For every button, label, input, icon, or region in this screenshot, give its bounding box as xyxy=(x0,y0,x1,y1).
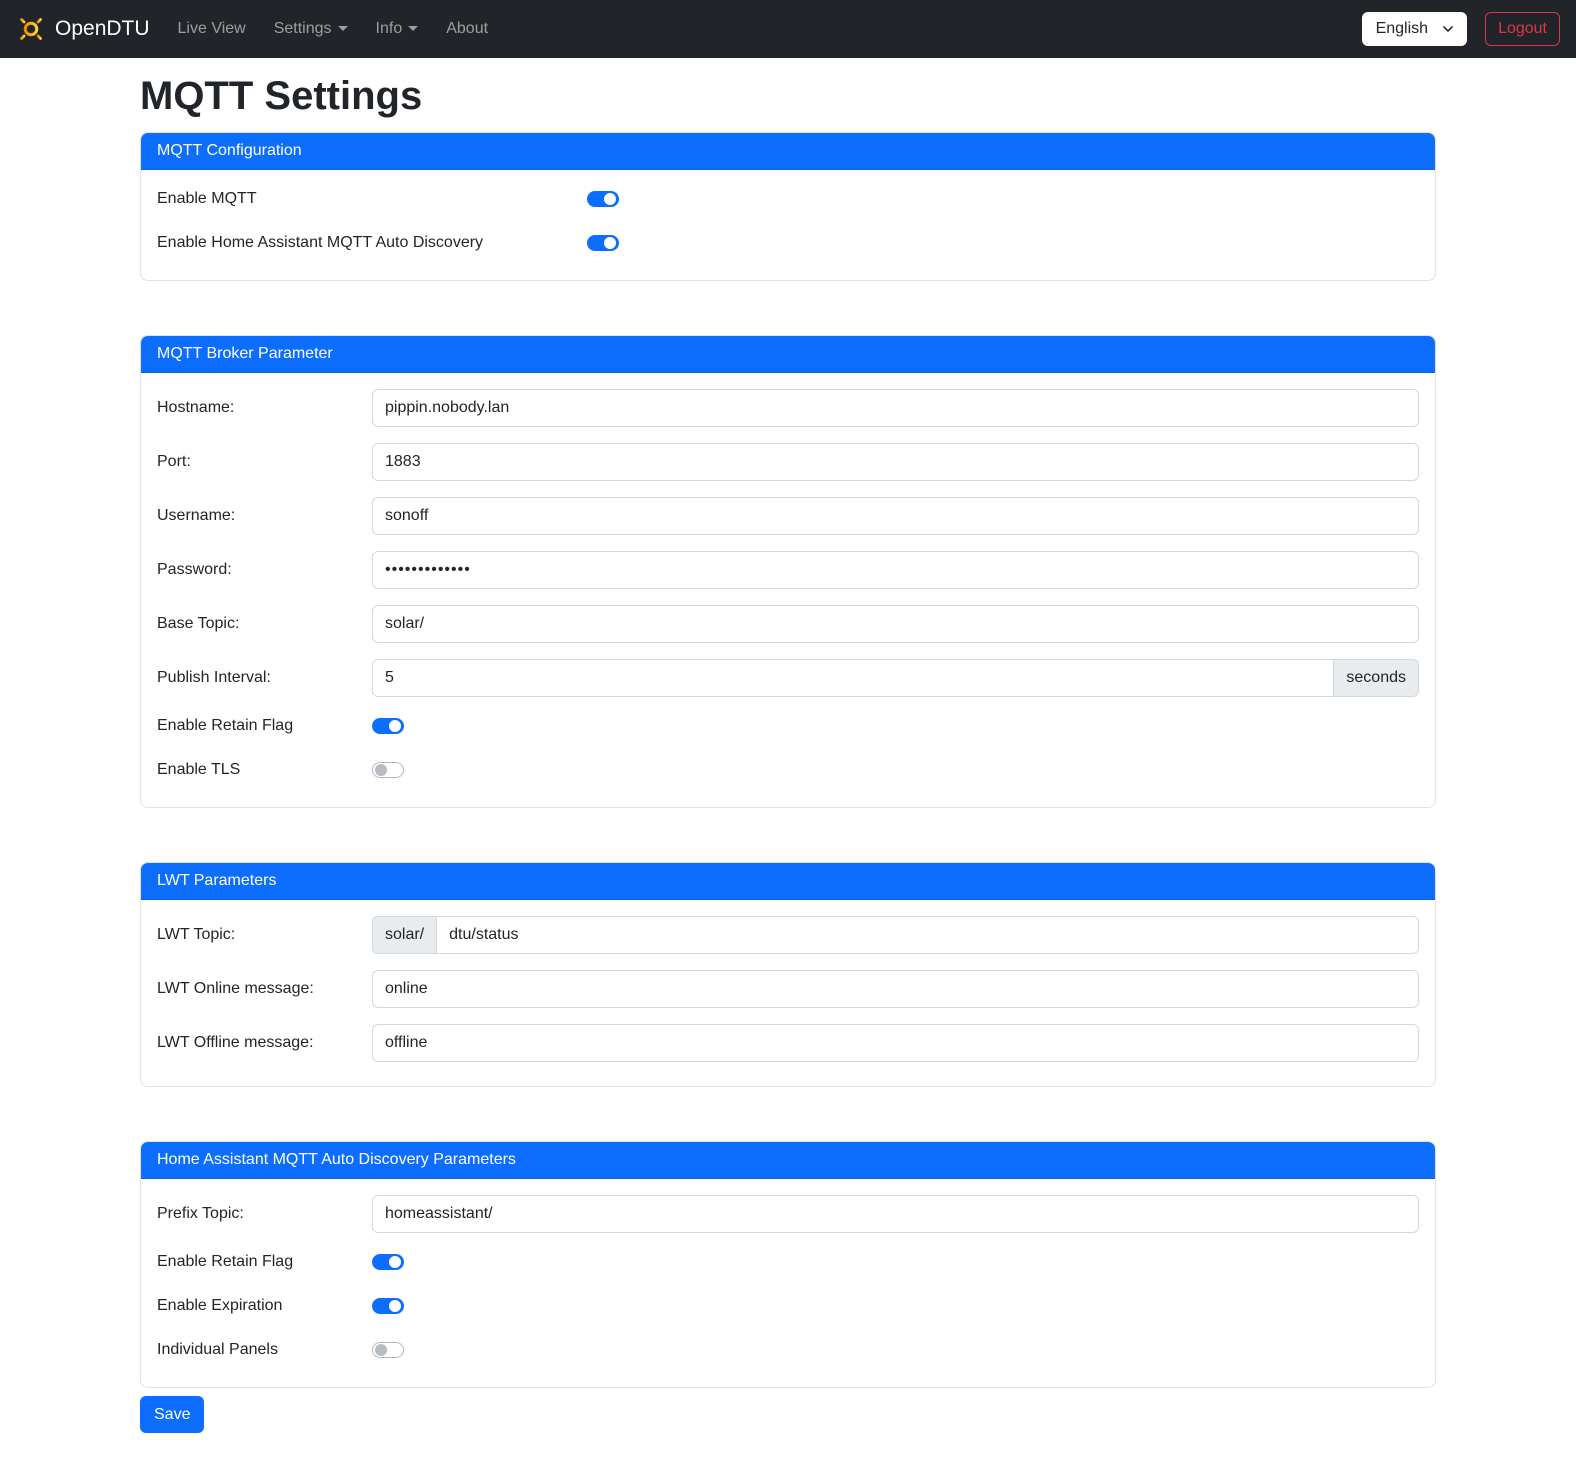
switch-knob xyxy=(389,1256,401,1268)
enable-mqtt-switch[interactable] xyxy=(587,191,619,207)
field-label: LWT Offline message: xyxy=(157,1034,372,1052)
switch-label: Enable Retain Flag xyxy=(157,717,372,735)
chevron-down-icon xyxy=(408,26,418,31)
enable-retain-flag-switch[interactable] xyxy=(372,718,404,734)
field-label: LWT Topic: xyxy=(157,926,372,944)
switch-knob xyxy=(389,1300,401,1312)
switch-knob xyxy=(375,1344,387,1356)
field-row: Publish Interval: seconds xyxy=(157,659,1419,697)
field-row: LWT Online message: xyxy=(157,970,1419,1008)
brand-link[interactable]: OpenDTU xyxy=(16,14,150,44)
hass-auto-discovery-card: Home Assistant MQTT Auto Discovery Param… xyxy=(140,1141,1436,1388)
port-input[interactable] xyxy=(372,443,1419,481)
chevron-down-icon xyxy=(338,26,348,31)
field-label: Hostname: xyxy=(157,399,372,417)
field-row: Base Topic: xyxy=(157,605,1419,643)
nav-item-info[interactable]: Info xyxy=(368,12,427,46)
lwt-online-message-input[interactable] xyxy=(372,970,1419,1008)
switch-label: Enable Expiration xyxy=(157,1297,372,1315)
switch-label: Enable TLS xyxy=(157,761,372,779)
save-button[interactable]: Save xyxy=(140,1396,204,1433)
switch-knob xyxy=(375,764,387,776)
sun-icon xyxy=(16,14,46,44)
card-body: Prefix Topic: Enable Retain Flag Enable … xyxy=(141,1179,1435,1387)
card-header: MQTT Broker Parameter xyxy=(141,336,1435,373)
brand-label: OpenDTU xyxy=(55,17,150,41)
card-header: Home Assistant MQTT Auto Discovery Param… xyxy=(141,1142,1435,1179)
switch-label: Enable Home Assistant MQTT Auto Discover… xyxy=(157,234,587,252)
field-label: Base Topic: xyxy=(157,615,372,633)
switch-label: Individual Panels xyxy=(157,1341,372,1359)
card-body: Hostname: Port: Username: Password: Base… xyxy=(141,373,1435,807)
base-topic-input[interactable] xyxy=(372,605,1419,643)
card-body: Enable MQTT Enable Home Assistant MQTT A… xyxy=(141,170,1435,280)
page-title: MQTT Settings xyxy=(140,72,1436,120)
chevron-down-icon xyxy=(1442,23,1454,35)
publish-interval-input[interactable] xyxy=(372,659,1334,697)
nav-item-about[interactable]: About xyxy=(438,12,496,46)
switch-knob xyxy=(389,720,401,732)
hostname-input[interactable] xyxy=(372,389,1419,427)
mqtt-configuration-card: MQTT Configuration Enable MQTT Enable Ho… xyxy=(140,132,1436,281)
field-row: Hostname: xyxy=(157,389,1419,427)
nav-item-label: Info xyxy=(376,20,403,37)
switch-label: Enable Retain Flag xyxy=(157,1253,372,1271)
language-select[interactable]: English xyxy=(1362,12,1467,46)
switch-row: Enable Expiration xyxy=(157,1293,1419,1319)
password-input[interactable] xyxy=(372,551,1419,589)
lwt-offline-message-input[interactable] xyxy=(372,1024,1419,1062)
hass-enable-retain-flag-switch[interactable] xyxy=(372,1254,404,1270)
switch-row: Enable Retain Flag xyxy=(157,713,1419,739)
field-row: Prefix Topic: xyxy=(157,1195,1419,1233)
nav-item-live-view[interactable]: Live View xyxy=(170,12,254,46)
field-row: LWT Offline message: xyxy=(157,1024,1419,1062)
nav-item-label: About xyxy=(446,20,488,37)
switch-row: Enable Retain Flag xyxy=(157,1249,1419,1275)
lwt-parameters-card: LWT Parameters LWT Topic: solar/ LWT Onl… xyxy=(140,862,1436,1087)
field-label: Username: xyxy=(157,507,372,525)
field-row: Password: xyxy=(157,551,1419,589)
switch-knob xyxy=(604,193,616,205)
field-label: Publish Interval: xyxy=(157,669,372,687)
username-input[interactable] xyxy=(372,497,1419,535)
nav-item-label: Live View xyxy=(178,20,246,37)
card-header: MQTT Configuration xyxy=(141,133,1435,170)
nav-item-label: Settings xyxy=(274,20,332,37)
logout-button[interactable]: Logout xyxy=(1485,12,1560,46)
switch-label: Enable MQTT xyxy=(157,190,587,208)
nav-links: Live View Settings Info About xyxy=(164,12,503,46)
language-select-value: English xyxy=(1376,20,1428,38)
main-content: MQTT Settings MQTT Configuration Enable … xyxy=(140,72,1436,1433)
field-row: Username: xyxy=(157,497,1419,535)
card-header: LWT Parameters xyxy=(141,863,1435,900)
enable-tls-switch[interactable] xyxy=(372,762,404,778)
field-row: Port: xyxy=(157,443,1419,481)
field-label: Password: xyxy=(157,561,372,579)
enable-ha-auto-discovery-switch[interactable] xyxy=(587,235,619,251)
field-label: Port: xyxy=(157,453,372,471)
navbar-right: English Logout xyxy=(1362,12,1560,46)
field-label: Prefix Topic: xyxy=(157,1205,372,1223)
nav-item-settings[interactable]: Settings xyxy=(266,12,356,46)
field-row: LWT Topic: solar/ xyxy=(157,916,1419,954)
switch-row: Enable MQTT xyxy=(157,186,1419,212)
lwt-topic-input[interactable] xyxy=(436,916,1419,954)
card-body: LWT Topic: solar/ LWT Online message: LW… xyxy=(141,900,1435,1086)
switch-row: Enable TLS xyxy=(157,757,1419,783)
enable-expiration-switch[interactable] xyxy=(372,1298,404,1314)
seconds-addon: seconds xyxy=(1334,659,1419,697)
switch-row: Enable Home Assistant MQTT Auto Discover… xyxy=(157,230,1419,256)
mqtt-broker-parameter-card: MQTT Broker Parameter Hostname: Port: Us… xyxy=(140,335,1436,808)
navbar: OpenDTU Live View Settings Info About En… xyxy=(0,0,1576,58)
prefix-topic-input[interactable] xyxy=(372,1195,1419,1233)
field-label: LWT Online message: xyxy=(157,980,372,998)
individual-panels-switch[interactable] xyxy=(372,1342,404,1358)
switch-knob xyxy=(604,237,616,249)
switch-row: Individual Panels xyxy=(157,1337,1419,1363)
lwt-topic-prefix-addon: solar/ xyxy=(372,916,436,954)
